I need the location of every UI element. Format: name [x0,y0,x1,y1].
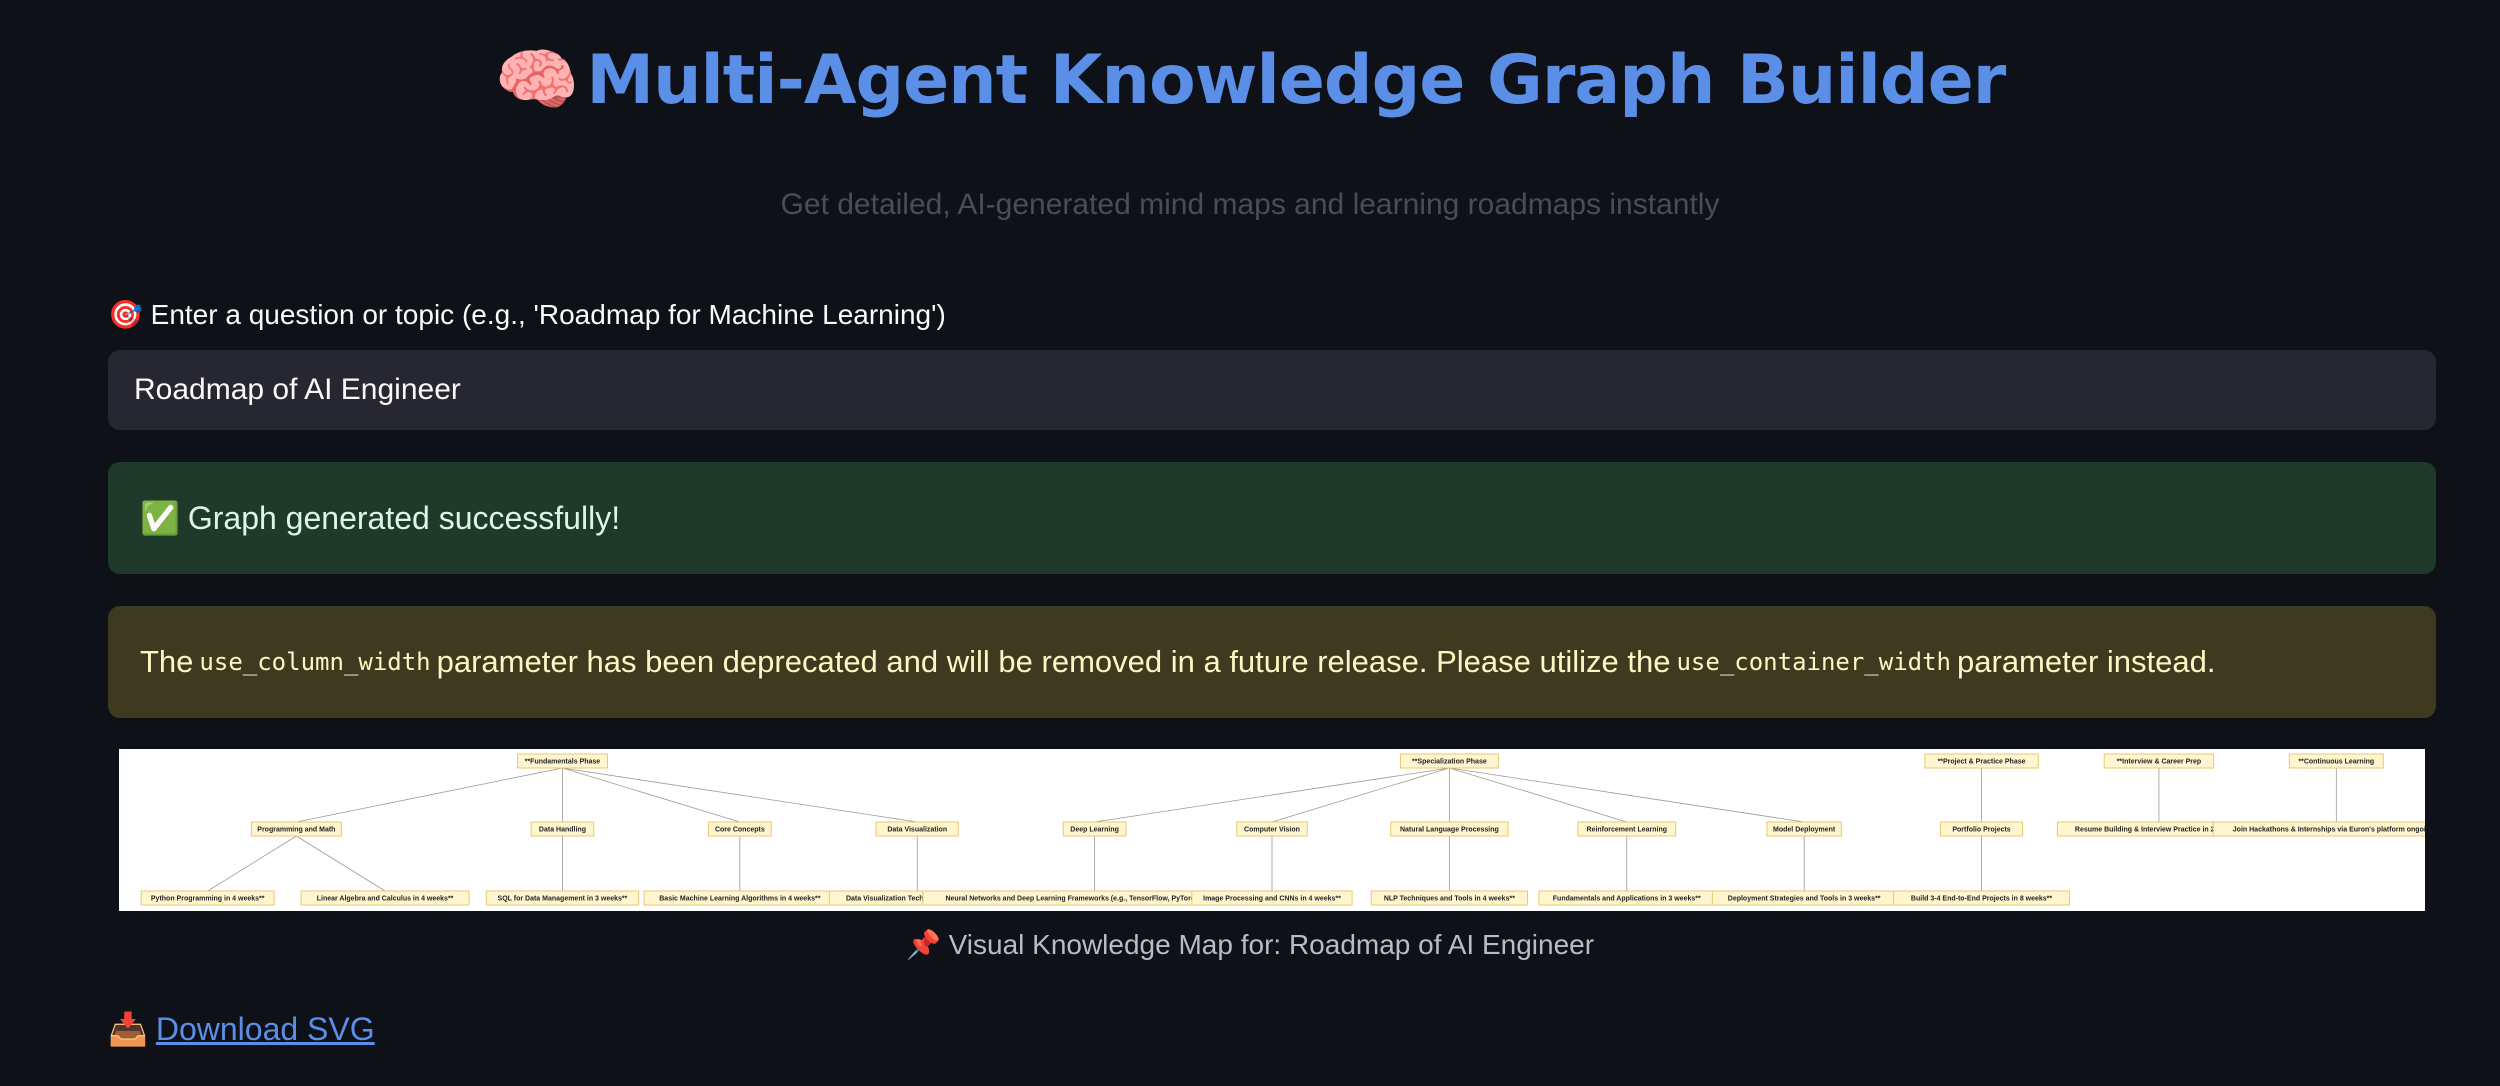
graph-node-root-label: **Interview & Career Prep [2117,759,2201,766]
graph-node-leaf-label: Build 3-4 End-to-End Projects in 8 weeks… [1911,896,2052,903]
knowledge-graph-svg: Programming and Math Python Programming i… [140,753,2425,906]
graph-node-branch-label: Data Visualization [887,827,947,834]
graph-node-leaf: NLP Techniques and Tools in 4 weeks** [1370,890,1529,906]
graph-edge [562,767,740,823]
graph-edge [1094,767,1450,823]
check-mark-icon: ✅ [140,500,180,536]
graph-node-leaf: Image Processing and CNNs in 4 weeks** [1191,890,1353,906]
graph-node-leaf: Basic Machine Learning Algorithms in 4 w… [643,890,837,906]
graph-node-branch-label: Join Hackathons & Internships via Euron'… [2233,827,2425,834]
graph-node-root-label: **Continuous Learning [2298,759,2374,766]
graph-node-leaf-label: Python Programming in 4 weeks** [151,896,265,903]
graph-node-leaf-label: Basic Machine Learning Algorithms in 4 w… [659,896,820,903]
graph-node-branch: Model Deployment [1766,821,1842,837]
graph-caption-text: Visual Knowledge Map for: Roadmap of AI … [948,929,1595,960]
graph-node-root: **Fundamentals Phase [516,753,608,769]
graph-node-branch-label: Model Deployment [1773,827,1836,834]
graph-node-leaf-label: Deployment Strategies and Tools in 3 wee… [1728,896,1881,903]
graph-node-branch-label: Computer Vision [1244,827,1300,834]
graph-node-root: **Continuous Learning [2288,753,2384,769]
query-label: 🎯 Enter a question or topic (e.g., 'Road… [108,298,946,331]
graph-node-branch: Data Visualization [875,821,959,837]
graph-node-branch-label: Natural Language Processing [1400,827,1499,834]
warning-code-1: use_column_width [199,648,431,676]
graph-node-branch: Join Hackathons & Internships via Euron'… [2212,821,2425,837]
graph-node-branch-label: Programming and Math [257,827,335,834]
graph-node-leaf: Python Programming in 4 weeks** [140,890,275,906]
graph-edge [296,835,386,892]
warning-text-3: parameter instead. [1957,644,2216,679]
graph-edge [1449,767,1627,823]
page-title-text: Multi-Agent Knowledge Graph Builder [586,41,2006,120]
graph-caption: 📌 Visual Knowledge Map for: Roadmap of A… [0,928,2500,961]
warning-text-2: parameter has been deprecated and will b… [436,644,1671,679]
query-label-text: Enter a question or topic (e.g., 'Roadma… [150,299,946,330]
query-input[interactable] [108,350,2436,430]
graph-node-branch-label: Reinforcement Learning [1587,827,1668,834]
deprecation-warning: The use_column_width parameter has been … [108,606,2436,718]
graph-node-leaf: Fundamentals and Applications in 3 weeks… [1538,890,1716,906]
graph-node-root: **Interview & Career Prep [2103,753,2215,769]
graph-node-branch: Data Handling [530,821,595,837]
graph-node-root-label: **Project & Practice Phase [1938,759,2026,766]
graph-node-branch: Portfolio Projects [1939,821,2024,837]
graph-node-root: **Specialization Phase [1399,753,1499,769]
graph-edge [207,835,297,892]
graph-node-leaf-label: SQL for Data Management in 3 weeks** [498,896,628,903]
graph-node-leaf-label: Fundamentals and Applications in 3 weeks… [1553,896,1701,903]
graph-node-leaf-label: NLP Techniques and Tools in 4 weeks** [1384,896,1515,903]
graph-node-leaf: SQL for Data Management in 3 weeks** [485,890,640,906]
graph-node-branch: Core Concepts [707,821,772,837]
graph-node-branch-label: Core Concepts [715,827,765,834]
download-svg-link[interactable]: Download SVG [156,1011,375,1048]
graph-node-branch-label: Data Handling [539,827,586,834]
inbox-tray-icon: 📥 [108,1011,148,1047]
page-title: 🧠 Multi-Agent Knowledge Graph Builder [0,40,2500,120]
download-section: 📥 Download SVG [108,1010,375,1048]
page-subtitle: Get detailed, AI-generated mind maps and… [780,188,1720,221]
graph-node-leaf: Deployment Strategies and Tools in 3 wee… [1711,890,1897,906]
graph-node-root: **Project & Practice Phase [1924,753,2039,769]
graph-node-leaf-label: Linear Algebra and Calculus in 4 weeks** [317,896,454,903]
graph-node-leaf: Build 3-4 End-to-End Projects in 8 weeks… [1893,890,2070,906]
graph-node-branch: Programming and Math [250,821,342,837]
graph-node-branch-label: Portfolio Projects [1952,827,2010,834]
warning-code-2: use_container_width [1676,648,1952,676]
graph-edge [296,767,563,823]
success-message: Graph generated successfully! [187,499,621,536]
graph-node-leaf-label: Image Processing and CNNs in 4 weeks** [1203,896,1341,903]
graph-node-branch: Natural Language Processing [1390,821,1509,837]
graph-node-root-label: **Fundamentals Phase [525,759,601,766]
success-alert: ✅ Graph generated successfully! [108,462,2436,574]
knowledge-graph-image: Programming and Math Python Programming i… [119,749,2425,911]
graph-node-branch: Reinforcement Learning [1577,821,1677,837]
warning-text-1: The [140,644,194,679]
graph-edge [1271,767,1450,823]
target-icon: 🎯 [108,299,143,330]
graph-edge [1449,767,1805,823]
graph-node-branch: Deep Learning [1062,821,1127,837]
graph-node-leaf: Linear Algebra and Calculus in 4 weeks** [300,890,470,906]
pin-icon: 📌 [905,929,941,960]
graph-edge [562,767,918,823]
brain-icon: 🧠 [494,41,580,120]
app-page: 🧠 Multi-Agent Knowledge Graph Builder Get… [0,0,2500,1086]
graph-node-branch-label: Deep Learning [1070,827,1119,834]
graph-node-branch: Computer Vision [1236,821,1308,837]
graph-node-root-label: **Specialization Phase [1412,759,1487,766]
